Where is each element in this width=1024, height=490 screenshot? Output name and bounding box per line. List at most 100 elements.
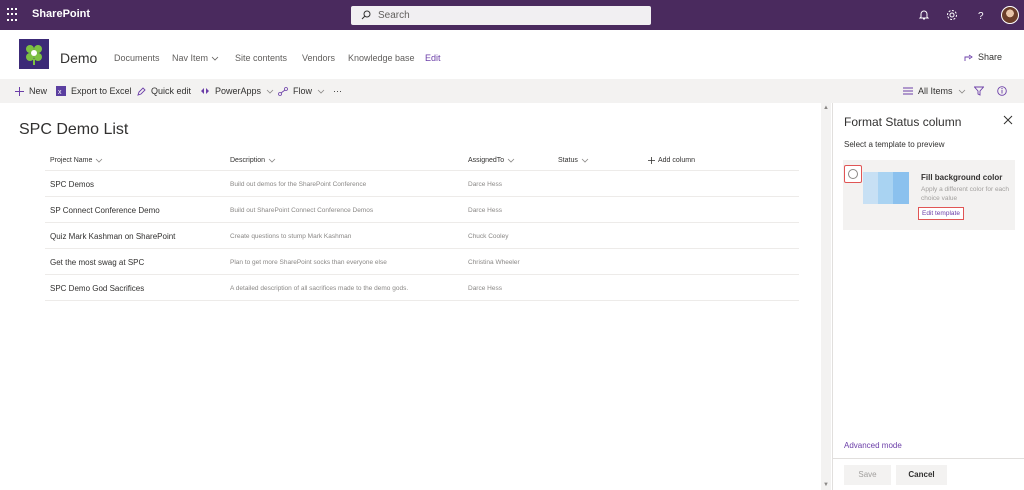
gear-icon[interactable]	[946, 9, 958, 21]
template-card-fill-background[interactable]: Fill background color Apply a different …	[843, 160, 1015, 230]
cell-description: A detailed description of all sacrifices…	[230, 285, 409, 292]
preview-swatch-dark	[893, 172, 909, 204]
powerapps-icon	[201, 88, 209, 94]
search-box[interactable]	[351, 6, 651, 25]
suite-bar: SharePoint ?	[0, 0, 1024, 30]
panel-subtitle: Select a template to preview	[844, 140, 945, 149]
chevron-down-icon	[581, 158, 589, 163]
column-assigned-to-label: AssignedTo	[468, 157, 505, 164]
nav-vendors[interactable]: Vendors	[302, 53, 335, 63]
preview-swatch-light	[863, 172, 878, 204]
plus-icon	[15, 86, 24, 96]
site-title[interactable]: Demo	[60, 50, 97, 66]
help-icon[interactable]: ?	[975, 9, 987, 21]
new-button[interactable]: New	[15, 86, 47, 96]
table-row[interactable]: SPC Demo God Sacrifices A detailed descr…	[45, 275, 799, 301]
site-header: Demo Documents Nav Item Site contents Ve…	[0, 30, 1024, 79]
share-icon	[964, 54, 973, 61]
search-input[interactable]	[378, 8, 638, 23]
chevron-down-icon	[317, 89, 325, 94]
nav-nav-item[interactable]: Nav Item	[172, 53, 219, 63]
powerapps-button[interactable]: PowerApps	[200, 86, 274, 96]
table-row[interactable]: Get the most swag at SPC Plan to get mor…	[45, 249, 799, 275]
svg-text:x: x	[58, 89, 62, 96]
cell-project-name[interactable]: Get the most swag at SPC	[50, 258, 144, 267]
table-row[interactable]: SPC Demos Build out demos for the ShareP…	[45, 171, 799, 197]
nav-nav-item-label: Nav Item	[172, 53, 209, 63]
bell-icon[interactable]	[918, 9, 930, 21]
template-radio-button[interactable]	[844, 165, 862, 183]
command-bar: New x Export to Excel Quick edit PowerAp…	[0, 79, 1024, 103]
column-description-label: Description	[230, 157, 266, 164]
clover-logo-icon	[26, 45, 42, 65]
avatar[interactable]	[1001, 6, 1019, 24]
new-label: New	[29, 86, 48, 96]
close-icon[interactable]	[1003, 115, 1013, 125]
cell-assigned-to: Darce Hess	[468, 181, 502, 188]
edit-template-link[interactable]: Edit template	[918, 207, 964, 220]
quick-edit-label: Quick edit	[151, 86, 192, 96]
flow-icon	[278, 86, 288, 96]
sharepoint-brand[interactable]: SharePoint	[32, 8, 90, 20]
list-title: SPC Demo List	[19, 121, 129, 138]
filter-icon[interactable]	[974, 86, 984, 96]
preview-swatch-mid	[878, 172, 893, 204]
list-lines-icon	[903, 87, 913, 95]
site-logo[interactable]	[19, 39, 49, 69]
svg-text:?: ?	[978, 11, 984, 21]
scroll-up-arrow-icon[interactable]: ▲	[823, 105, 829, 111]
cell-project-name[interactable]: SP Connect Conference Demo	[50, 206, 160, 215]
cell-assigned-to: Darce Hess	[468, 207, 502, 214]
share-button[interactable]: Share	[964, 52, 1002, 62]
chevron-down-icon	[958, 89, 965, 94]
quick-edit-button[interactable]: Quick edit	[137, 86, 191, 96]
panel-footer-divider	[833, 458, 1024, 459]
save-button[interactable]: Save	[844, 465, 891, 485]
add-column-label: Add column	[658, 157, 695, 164]
add-column-button[interactable]: Add column	[648, 157, 695, 164]
list-scrollbar[interactable]: ▲ ▼	[821, 103, 831, 490]
app-launcher-waffle-icon[interactable]	[7, 8, 21, 22]
column-header-project-name[interactable]: Project Name	[50, 157, 103, 164]
export-label: Export to Excel	[71, 86, 132, 96]
template-description: Apply a different color for each choice …	[921, 186, 1010, 202]
chevron-down-icon	[96, 158, 103, 163]
column-header-description[interactable]: Description	[230, 157, 276, 164]
info-icon[interactable]	[997, 86, 1007, 96]
export-to-excel-button[interactable]: x Export to Excel	[56, 86, 132, 96]
pencil-icon	[137, 86, 146, 96]
table-row[interactable]: SP Connect Conference Demo Build out Sha…	[45, 197, 799, 223]
nav-site-contents[interactable]: Site contents	[235, 53, 287, 63]
flow-button[interactable]: Flow	[278, 86, 325, 96]
cell-description: Build out demos for the SharePoint Confe…	[230, 181, 367, 188]
nav-documents[interactable]: Documents	[114, 53, 160, 63]
chevron-down-icon	[507, 158, 515, 163]
nav-edit[interactable]: Edit	[425, 53, 441, 63]
plus-icon	[648, 157, 655, 164]
panel-title: Format Status column	[844, 115, 962, 129]
cell-project-name[interactable]: SPC Demo God Sacrifices	[50, 284, 144, 293]
more-button[interactable]: ···	[333, 86, 342, 96]
table-row[interactable]: Quiz Mark Kashman on SharePoint Create q…	[45, 223, 799, 249]
column-header-assigned-to[interactable]: AssignedTo	[468, 157, 515, 164]
cell-assigned-to: Darce Hess	[468, 285, 502, 292]
cell-assigned-to: Chuck Cooley	[468, 233, 509, 240]
column-header-status[interactable]: Status	[558, 157, 589, 164]
nav-knowledge-base[interactable]: Knowledge base	[348, 53, 415, 63]
cell-assigned-to: Christina Wheeler	[468, 259, 520, 266]
cell-description: Build out SharePoint Connect Conference …	[230, 207, 374, 214]
chevron-down-icon	[266, 89, 274, 94]
share-label: Share	[978, 52, 1003, 62]
column-project-name-label: Project Name	[50, 157, 93, 164]
cell-project-name[interactable]: SPC Demos	[50, 180, 94, 189]
advanced-mode-link[interactable]: Advanced mode	[844, 441, 902, 450]
scroll-down-arrow-icon[interactable]: ▼	[823, 482, 829, 488]
cell-project-name[interactable]: Quiz Mark Kashman on SharePoint	[50, 232, 175, 241]
view-selector[interactable]: All Items	[903, 86, 966, 96]
template-name: Fill background color	[921, 173, 1003, 182]
view-label: All Items	[918, 86, 953, 96]
cancel-button[interactable]: Cancel	[896, 465, 947, 485]
powerapps-label: PowerApps	[215, 86, 262, 96]
chevron-down-icon	[211, 56, 219, 61]
format-column-panel: Format Status column Select a template t…	[832, 103, 1024, 490]
